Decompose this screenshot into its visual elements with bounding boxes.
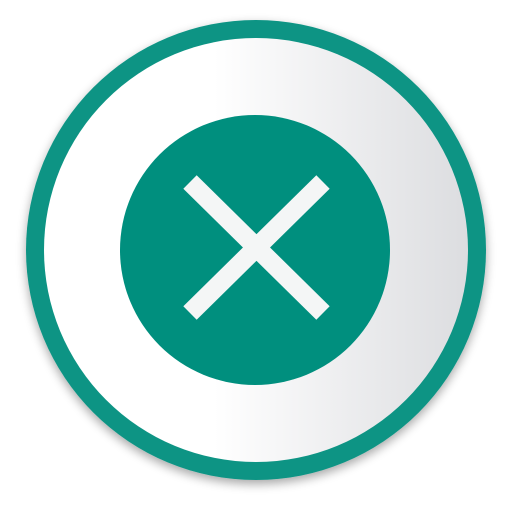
close-app-icon[interactable]	[0, 0, 512, 512]
app-icon-canvas	[0, 0, 512, 512]
